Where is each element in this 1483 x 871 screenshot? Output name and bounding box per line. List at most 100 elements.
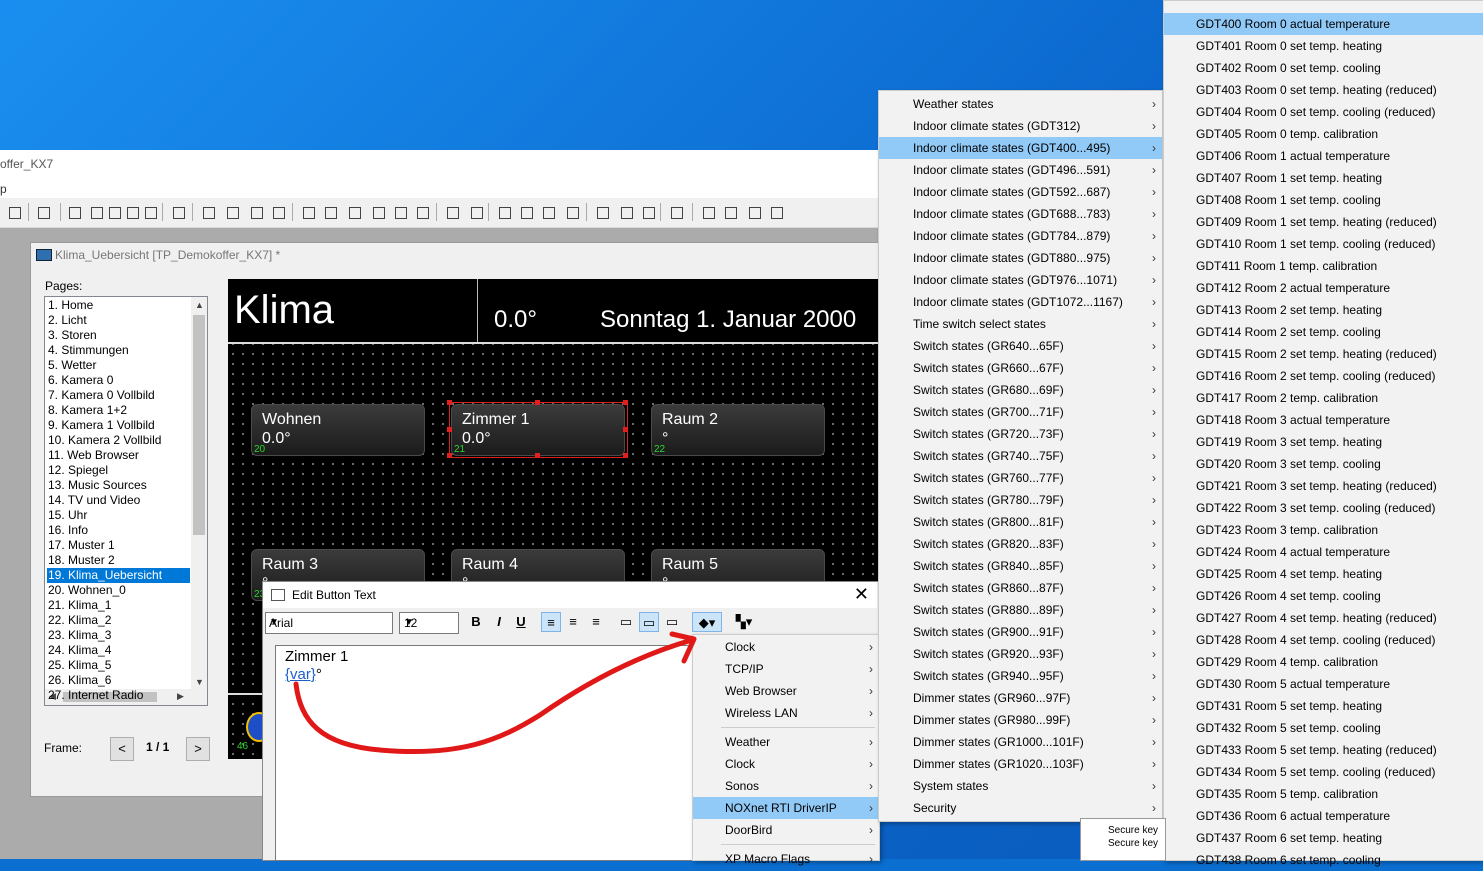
menu-item[interactable]: XP Macro Flags › [693, 848, 879, 870]
menu-item[interactable]: Indoor climate states (GDT784...879) › [879, 225, 1162, 247]
menu-item[interactable]: GDT411 Room 1 temp. calibration [1164, 255, 1483, 277]
menu-item[interactable]: GDT437 Room 6 set temp. heating [1164, 827, 1483, 849]
page-list-item[interactable]: 22. Klima_2 [47, 613, 190, 628]
menu-item[interactable]: GDT402 Room 0 set temp. cooling [1164, 57, 1483, 79]
toolbar-tool-icon[interactable] [66, 204, 82, 220]
menu-item[interactable]: Indoor climate states (GDT976...1071) › [879, 269, 1162, 291]
valign-top-button[interactable]: ▭ [616, 612, 636, 632]
document-title-bar[interactable]: Klima_Uebersicht [TP_Demokoffer_KX7] * [31, 243, 880, 267]
menu-item[interactable]: Switch states (GR680...69F) › [879, 379, 1162, 401]
toolbar-tool-icon[interactable] [496, 204, 512, 220]
toolbar-tool-icon[interactable] [618, 204, 634, 220]
font-size-select[interactable]: 12 ▼ [399, 612, 459, 634]
menu-item[interactable]: Switch states (GR640...65F) › [879, 335, 1162, 357]
menu-item[interactable]: Clock › [693, 753, 879, 775]
menu-item[interactable]: GDT438 Room 6 set temp. cooling [1164, 849, 1483, 871]
toolbar-tool-icon[interactable] [200, 204, 216, 220]
menu-item[interactable]: GDT427 Room 4 set temp. heating (reduced… [1164, 607, 1483, 629]
menu-item[interactable]: Time switch select states › [879, 313, 1162, 335]
resize-handle[interactable] [623, 400, 628, 405]
menu-item[interactable]: GDT404 Room 0 set temp. cooling (reduced… [1164, 101, 1483, 123]
menu-item[interactable]: Dimmer states (GR1000...101F) › [879, 731, 1162, 753]
menu-item[interactable]: GDT406 Room 1 actual temperature [1164, 145, 1483, 167]
menu-item[interactable]: Switch states (GR900...91F) › [879, 621, 1162, 643]
menu-item[interactable]: GDT417 Room 2 temp. calibration [1164, 387, 1483, 409]
page-list-item[interactable]: 18. Muster 2 [47, 553, 190, 568]
bold-button[interactable]: B [466, 612, 486, 632]
page-list-item[interactable]: 7. Kamera 0 Vollbild [47, 388, 190, 403]
menu-item[interactable]: GDT426 Room 4 set temp. cooling [1164, 585, 1483, 607]
page-list-item[interactable]: 10. Kamera 2 Vollbild [47, 433, 190, 448]
toolbar-tool-icon[interactable] [35, 204, 51, 220]
menu-item[interactable]: GDT425 Room 4 set temp. heating [1164, 563, 1483, 585]
menu-item[interactable]: GDT400 Room 0 actual temperature [1164, 13, 1483, 35]
menu-item[interactable]: GDT430 Room 5 actual temperature [1164, 673, 1483, 695]
toolbar-tool-icon[interactable] [124, 204, 140, 220]
toolbar-tool-icon[interactable] [768, 204, 784, 220]
menu-item[interactable]: GDT423 Room 3 temp. calibration [1164, 519, 1483, 541]
resize-handle[interactable] [447, 427, 452, 432]
toolbar-tool-icon[interactable] [444, 204, 460, 220]
menu-item[interactable]: Indoor climate states (GDT592...687) › [879, 181, 1162, 203]
scroll-thumb[interactable] [193, 315, 205, 535]
page-list-item[interactable]: 23. Klima_3 [47, 628, 190, 643]
menu-item[interactable]: Switch states (GR740...75F) › [879, 445, 1162, 467]
menu-item[interactable]: GDT436 Room 6 actual temperature [1164, 805, 1483, 827]
close-icon[interactable]: ✕ [854, 584, 869, 605]
menu-item[interactable]: Switch states (GR760...77F) › [879, 467, 1162, 489]
menu-item[interactable]: Indoor climate states (GDT400...495) › [879, 137, 1162, 159]
app-menu-item[interactable]: p [0, 182, 7, 196]
frame-next-button[interactable]: > [186, 737, 210, 761]
underline-button[interactable]: U [511, 612, 531, 632]
page-list-item[interactable]: 20. Wohnen_0 [47, 583, 190, 598]
page-list-item[interactable]: 6. Kamera 0 [47, 373, 190, 388]
page-list-item[interactable]: 25. Klima_5 [47, 658, 190, 673]
menu-item[interactable]: GDT409 Room 1 set temp. heating (reduced… [1164, 211, 1483, 233]
menu-item[interactable]: GDT401 Room 0 set temp. heating [1164, 35, 1483, 57]
frame-prev-button[interactable]: < [110, 737, 134, 761]
room-button-wohnen[interactable]: Wohnen 0.0° 20 [251, 404, 425, 456]
menu-item[interactable]: GDT429 Room 4 temp. calibration [1164, 651, 1483, 673]
toolbar-tool-icon[interactable] [6, 204, 22, 220]
page-list-item[interactable]: 9. Kamera 1 Vollbild [47, 418, 190, 433]
menu-item[interactable]: Sonos › [693, 775, 879, 797]
menu-item[interactable]: Web Browser › [693, 680, 879, 702]
toolbar-tool-icon[interactable] [518, 204, 534, 220]
italic-button[interactable]: I [489, 612, 509, 632]
menu-item[interactable]: Indoor climate states (GDT1072...1167) › [879, 291, 1162, 313]
menu-item[interactable]: GDT405 Room 0 temp. calibration [1164, 123, 1483, 145]
menu-item[interactable]: Switch states (GR660...67F) › [879, 357, 1162, 379]
canvas-temperature[interactable]: 0.0° [494, 306, 537, 334]
toolbar-tool-icon[interactable] [300, 204, 316, 220]
menu-item[interactable]: Clock › [693, 636, 879, 658]
canvas-date[interactable]: Sonntag 1. Januar 2000 [600, 306, 856, 334]
resize-handle[interactable] [623, 453, 628, 458]
toolbar-tool-icon[interactable] [640, 204, 656, 220]
align-center-button[interactable]: ≡ [563, 612, 583, 632]
menu-item[interactable]: GDT410 Room 1 set temp. cooling (reduced… [1164, 233, 1483, 255]
menu-item[interactable]: GDT422 Room 3 set temp. cooling (reduced… [1164, 497, 1483, 519]
menu-item[interactable]: Switch states (GR780...79F) › [879, 489, 1162, 511]
menu-item[interactable]: Dimmer states (GR960...97F) › [879, 687, 1162, 709]
text-editor[interactable] [275, 645, 693, 861]
resize-handle[interactable] [535, 400, 540, 405]
menu-item[interactable]: Wireless LAN › [693, 702, 879, 724]
variable-token[interactable]: {var} [285, 666, 316, 683]
menu-item[interactable]: TCP/IP › [693, 658, 879, 680]
page-list-item[interactable]: 4. Stimmungen [47, 343, 190, 358]
menu-item[interactable]: Indoor climate states (GDT688...783) › [879, 203, 1162, 225]
page-list-item[interactable]: 17. Muster 1 [47, 538, 190, 553]
scroll-down-icon[interactable]: ▼ [195, 677, 204, 687]
toolbar-tool-icon[interactable] [270, 204, 286, 220]
toolbar-tool-icon[interactable] [224, 204, 240, 220]
page-list-item[interactable]: 3. Storen [47, 328, 190, 343]
menu-item[interactable]: GDT412 Room 2 actual temperature [1164, 277, 1483, 299]
canvas-title[interactable]: Klima [234, 288, 334, 333]
menu-item[interactable]: GDT434 Room 5 set temp. cooling (reduced… [1164, 761, 1483, 783]
scroll-up-icon[interactable]: ▲ [195, 300, 204, 310]
toolbar-tool-icon[interactable] [142, 204, 158, 220]
toolbar-tool-icon[interactable] [722, 204, 738, 220]
menu-item[interactable]: Weather states › [879, 93, 1162, 115]
resize-handle[interactable] [623, 427, 628, 432]
toolbar-tool-icon[interactable] [88, 204, 104, 220]
